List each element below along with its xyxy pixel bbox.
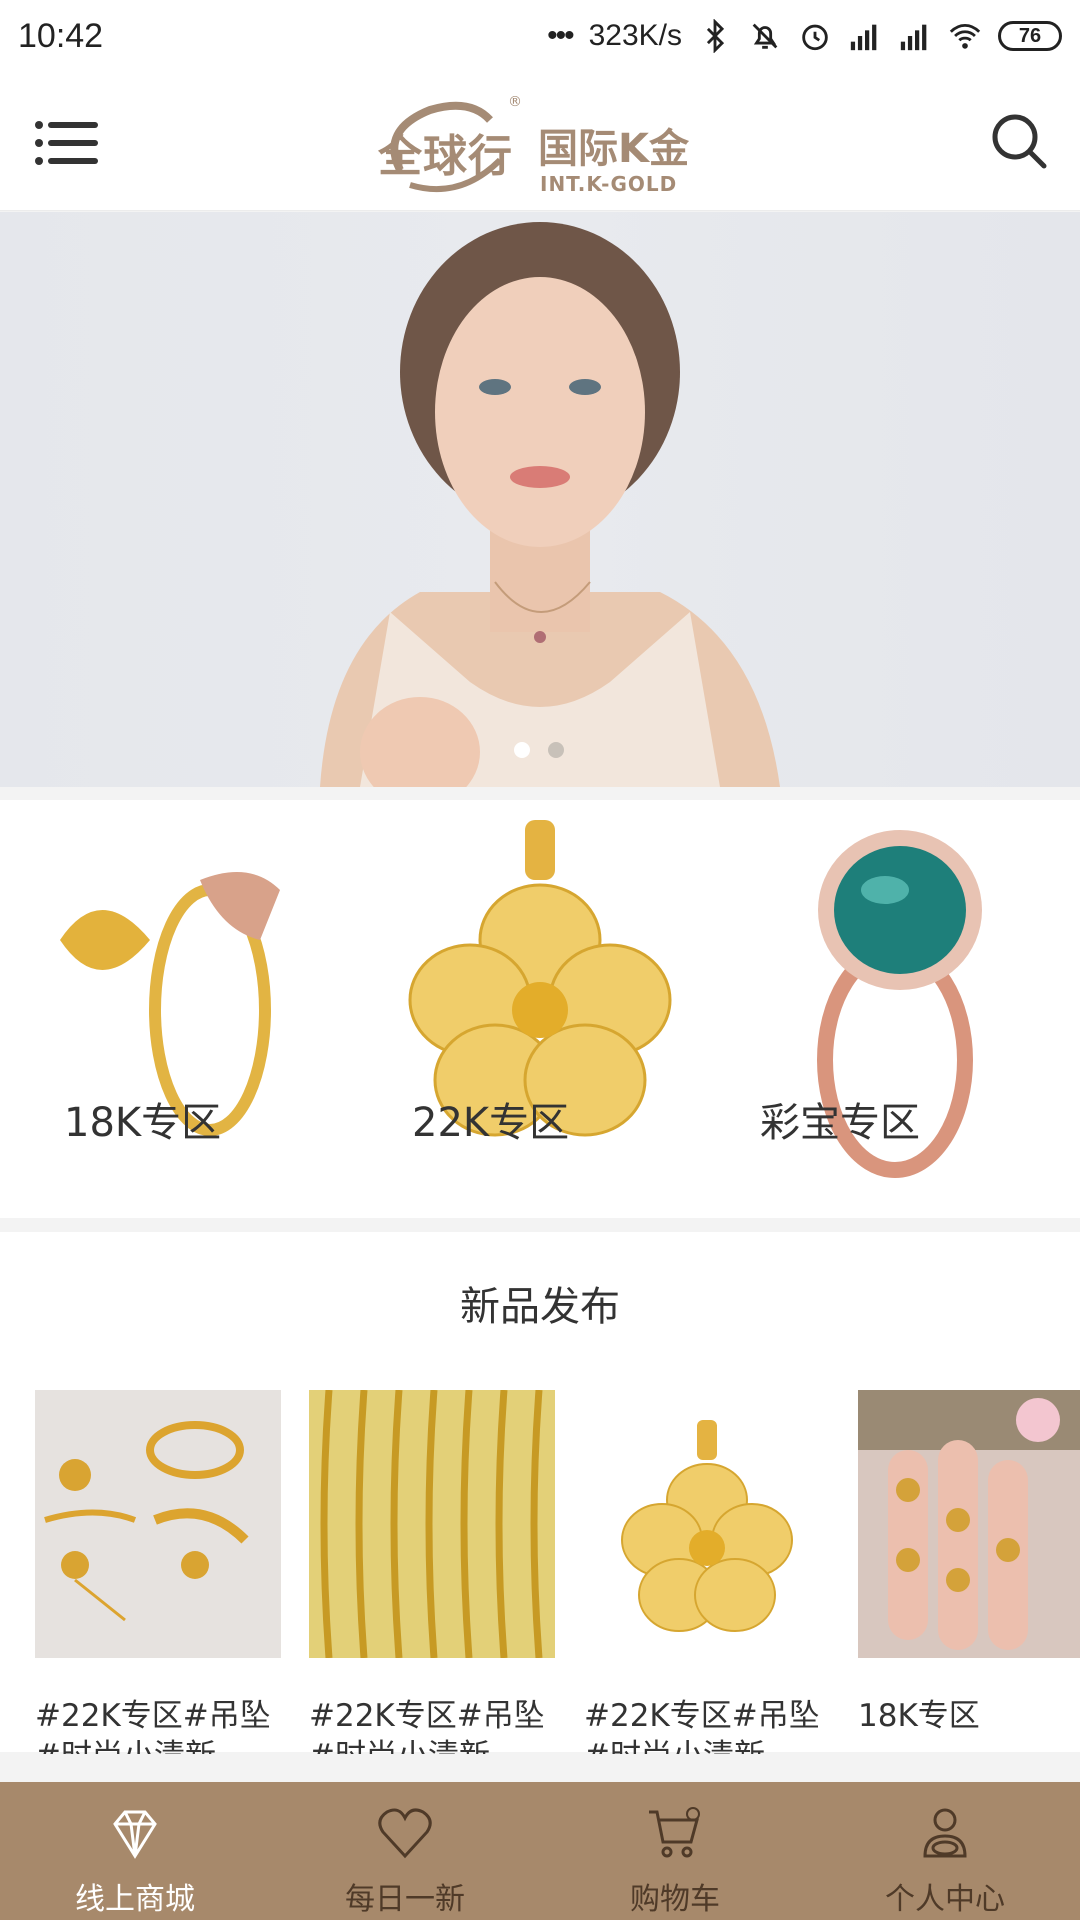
- signal-icon-2: [900, 24, 927, 51]
- product-title: 18K专区: [858, 1698, 980, 1734]
- nav-label: 购物车: [630, 1882, 720, 1917]
- category-label: 彩宝专区: [760, 1100, 920, 1146]
- product-card[interactable]: #22K专区#吊坠 #时尚小清新: [35, 1390, 281, 1754]
- logo-text-cn: 全球行: [378, 131, 513, 182]
- hero-banner[interactable]: [0, 212, 1080, 787]
- nav-label: 线上商城: [75, 1882, 195, 1917]
- battery-icon: 76: [998, 21, 1062, 51]
- nav-profile[interactable]: 个人中心: [810, 1782, 1080, 1920]
- network-speed: 323K/s: [588, 19, 682, 52]
- product-image: [858, 1390, 1080, 1658]
- nav-cart[interactable]: 购物车: [540, 1782, 810, 1920]
- product-title: #22K专区#吊坠 #时尚小清新: [309, 1698, 545, 1754]
- heart-icon: [378, 1808, 432, 1859]
- new-products-section: 新品发布 #22K专区#吊坠 #时尚小清新: [0, 1232, 1080, 1754]
- search-icon[interactable]: [990, 112, 1048, 170]
- product-card[interactable]: 18K专区: [858, 1390, 1080, 1754]
- nav-daily[interactable]: 每日一新: [270, 1782, 540, 1920]
- carousel-dot-active[interactable]: [514, 742, 530, 758]
- category-section: 18K专区 22K专区 彩宝专区: [0, 800, 1080, 1218]
- alarm-icon: [802, 24, 828, 51]
- product-image: [584, 1390, 830, 1658]
- product-title: #22K专区#吊坠 #时尚小清新: [584, 1698, 820, 1754]
- carousel-indicators: [514, 742, 564, 758]
- dots-icon: •••: [547, 19, 574, 52]
- menu-icon[interactable]: [34, 120, 100, 166]
- category-22k[interactable]: 22K专区: [360, 800, 720, 1218]
- bluetooth-icon: [706, 19, 725, 53]
- user-icon: [923, 1808, 967, 1858]
- category-label: 22K专区: [412, 1100, 570, 1146]
- status-time: 10:42: [18, 16, 104, 55]
- nav-label: 每日一新: [345, 1882, 465, 1917]
- product-card[interactable]: #22K专区#吊坠 #时尚小清新: [309, 1390, 555, 1754]
- category-18k[interactable]: 18K专区: [0, 800, 360, 1218]
- diamond-icon: [113, 1810, 157, 1859]
- product-image: [309, 1390, 555, 1658]
- brand-logo: 全球行 ® 国际K金 INT.K-GOLD: [370, 90, 710, 200]
- section-title: 新品发布: [460, 1284, 620, 1330]
- product-card[interactable]: #22K专区#吊坠 #时尚小清新: [584, 1390, 830, 1754]
- category-label: 18K专区: [64, 1100, 222, 1146]
- status-bar: 10:42 ••• 323K/s 76: [0, 0, 1080, 72]
- banner-model-image: [320, 222, 780, 787]
- nav-label: 个人中心: [885, 1882, 1005, 1917]
- product-image: [35, 1390, 281, 1658]
- wifi-icon: [949, 23, 981, 49]
- bottom-navigation: 线上商城 每日一新 购物车 个人中心: [0, 1782, 1080, 1920]
- logo-subtext-cn: 国际K金: [538, 126, 689, 172]
- logo-text-en: INT.K-GOLD: [540, 172, 678, 196]
- app-header: 全球行 ® 国际K金 INT.K-GOLD: [0, 72, 1080, 211]
- carousel-dot[interactable]: [548, 742, 564, 758]
- signal-icon: [850, 24, 877, 51]
- mute-bell-icon: [752, 23, 778, 49]
- registered-mark: ®: [508, 94, 522, 110]
- product-title: #22K专区#吊坠 #时尚小清新: [35, 1698, 271, 1754]
- cart-icon: [649, 1807, 700, 1858]
- nav-shop[interactable]: 线上商城: [0, 1782, 270, 1920]
- status-icons: ••• 323K/s 76: [547, 19, 1062, 53]
- category-gemstone[interactable]: 彩宝专区: [720, 800, 1080, 1218]
